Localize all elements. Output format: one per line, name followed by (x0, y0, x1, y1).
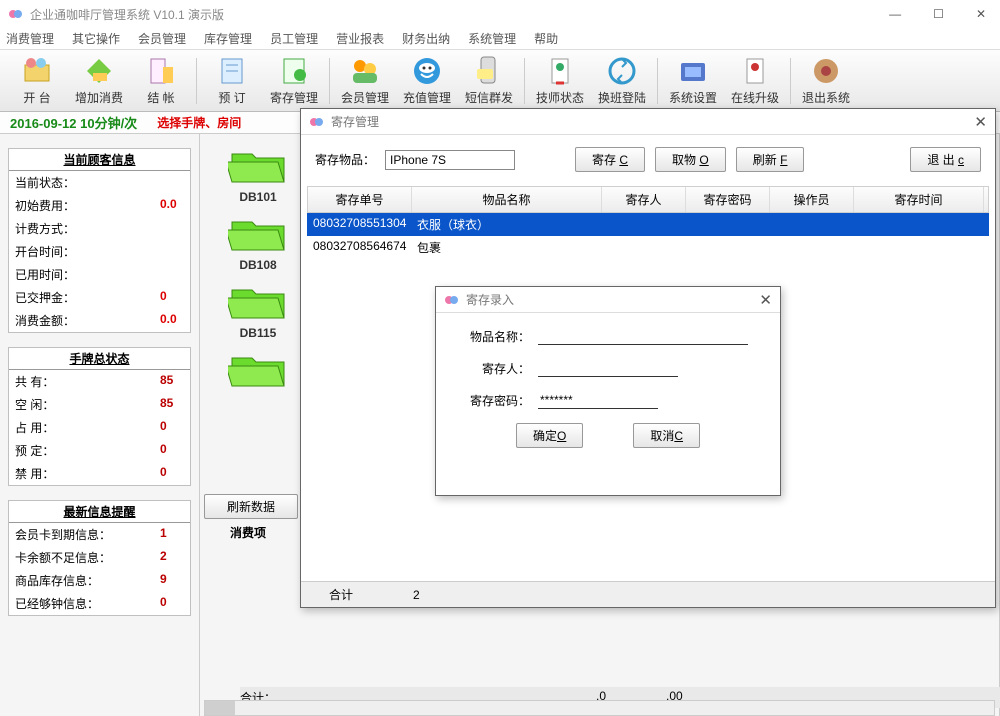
menu-item[interactable]: 财务出纳 (402, 30, 450, 47)
open-icon (21, 55, 53, 87)
toolbar-settings[interactable]: 系统设置 (662, 52, 724, 110)
recharge-icon (411, 55, 443, 87)
toolbar-checkout[interactable]: 结 帐 (130, 52, 192, 110)
app-title: 企业通咖啡厅管理系统 V10.1 演示版 (30, 6, 224, 23)
toolbar-tech[interactable]: 技师状态 (529, 52, 591, 110)
menu-item[interactable]: 其它操作 (72, 30, 120, 47)
cancel-button[interactable]: 取消C (633, 423, 700, 448)
toolbar-add-consume[interactable]: 增加消费 (68, 52, 130, 110)
toolbar-exit[interactable]: 退出系统 (795, 52, 857, 110)
room-item[interactable]: DB101 (208, 142, 308, 204)
item-name-input[interactable] (538, 327, 748, 345)
folder-icon (228, 278, 288, 322)
toolbar-open[interactable]: 开 台 (6, 52, 68, 110)
entry-dialog: 寄存录入 ✕ 物品名称： 寄存人： 寄存密码： 确定O 取消C (435, 286, 781, 496)
deposit-dialog-title: 寄存管理 (331, 113, 379, 130)
table-row[interactable]: 08032708564674 包裹 (307, 236, 989, 259)
toolbar-shift[interactable]: 换班登陆 (591, 52, 653, 110)
menu-item[interactable]: 员工管理 (270, 30, 318, 47)
people-icon (309, 114, 325, 130)
shift-icon (606, 55, 638, 87)
consume-header: 消费项 (230, 524, 266, 541)
menu-item[interactable]: 会员管理 (138, 30, 186, 47)
room-item[interactable] (208, 346, 308, 390)
reserve-icon (216, 55, 248, 87)
menu-item[interactable]: 营业报表 (336, 30, 384, 47)
checkout-icon (145, 55, 177, 87)
deposit-item-input[interactable] (385, 150, 515, 170)
refresh-button[interactable]: 刷新 F (736, 147, 805, 172)
toolbar-recharge[interactable]: 充值管理 (396, 52, 458, 110)
toolbar: 开 台 增加消费 结 帐 预 订 寄存管理 会员管理 充值管理 短信群发 技师状… (0, 50, 1000, 112)
room-item[interactable]: DB115 (208, 278, 308, 340)
menu-item[interactable]: 库存管理 (204, 30, 252, 47)
horizontal-scrollbar[interactable] (204, 700, 995, 716)
deposit-item-label: 寄存物品： (315, 151, 375, 168)
depositor-input[interactable] (538, 359, 678, 377)
folder-icon (228, 346, 288, 390)
deposit-icon (278, 55, 310, 87)
menu-item[interactable]: 消费管理 (6, 30, 54, 47)
deposit-close-button[interactable]: ✕ (974, 113, 987, 131)
settings-icon (677, 55, 709, 87)
password-input[interactable] (538, 391, 658, 409)
deposit-footer: 合计 2 (301, 581, 995, 607)
room-item[interactable]: DB108 (208, 210, 308, 272)
add-consume-icon (83, 55, 115, 87)
upgrade-icon (739, 55, 771, 87)
people-icon (444, 292, 460, 308)
store-button[interactable]: 寄存 C (575, 147, 645, 172)
exit-icon (810, 55, 842, 87)
toolbar-sms[interactable]: 短信群发 (458, 52, 520, 110)
toolbar-reserve[interactable]: 预 订 (201, 52, 263, 110)
toolbar-upgrade[interactable]: 在线升级 (724, 52, 786, 110)
entry-close-button[interactable]: ✕ (759, 291, 772, 309)
app-icon (8, 6, 24, 22)
menubar: 消费管理 其它操作 会员管理 库存管理 员工管理 营业报表 财务出纳 系统管理 … (0, 28, 1000, 50)
sms-icon (473, 55, 505, 87)
table-header: 寄存单号 物品名称 寄存人 寄存密码 操作员 寄存时间 (307, 186, 989, 213)
maximize-button[interactable]: ☐ (927, 5, 950, 23)
ok-button[interactable]: 确定O (516, 423, 583, 448)
alerts-panel: 最新信息提醒 会员卡到期信息：1 卡余额不足信息：2 商品库存信息：9 已经够钟… (8, 500, 191, 616)
toolbar-member[interactable]: 会员管理 (334, 52, 396, 110)
alerts-title: 最新信息提醒 (9, 501, 190, 523)
entry-dialog-title: 寄存录入 (466, 291, 514, 308)
table-row[interactable]: 08032708551304 衣服（球衣） (307, 213, 989, 236)
minimize-button[interactable]: — (883, 5, 907, 23)
menu-item[interactable]: 系统管理 (468, 30, 516, 47)
sidebar: 当前顾客信息 当前状态： 初始费用：0.0 计费方式： 开台时间： 已用时间： … (0, 134, 200, 716)
take-button[interactable]: 取物 O (655, 147, 726, 172)
deposit-table: 寄存单号 物品名称 寄存人 寄存密码 操作员 寄存时间 080327085513… (307, 186, 989, 259)
customer-panel: 当前顾客信息 当前状态： 初始费用：0.0 计费方式： 开台时间： 已用时间： … (8, 148, 191, 333)
refresh-data-button[interactable]: 刷新数据 (204, 494, 298, 519)
status-datetime: 2016-09-12 10分钟/次 (10, 113, 137, 132)
folder-icon (228, 210, 288, 254)
folder-icon (228, 142, 288, 186)
tags-title: 手牌总状态 (9, 348, 190, 370)
toolbar-deposit[interactable]: 寄存管理 (263, 52, 325, 110)
menu-item[interactable]: 帮助 (534, 30, 558, 47)
status-hint: 选择手牌、房间 (157, 114, 241, 131)
close-button[interactable]: ✕ (970, 5, 992, 23)
exit-button[interactable]: 退 出 c (910, 147, 981, 172)
titlebar: 企业通咖啡厅管理系统 V10.1 演示版 — ☐ ✕ (0, 0, 1000, 28)
member-icon (349, 55, 381, 87)
customer-title: 当前顾客信息 (9, 149, 190, 171)
tags-panel: 手牌总状态 共 有：85 空 闲：85 占 用：0 预 定：0 禁 用：0 (8, 347, 191, 486)
tech-icon (544, 55, 576, 87)
